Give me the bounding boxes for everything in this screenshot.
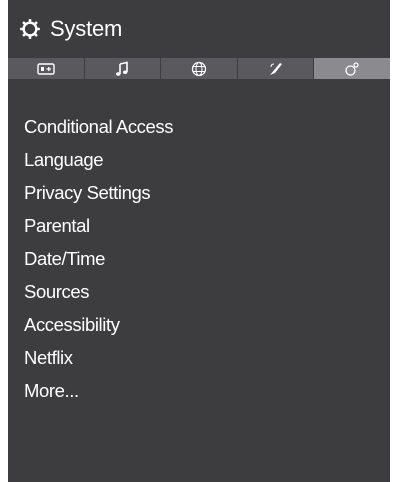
tab-sound[interactable] (85, 58, 162, 79)
menu-item-accessibility[interactable]: Accessibility (24, 308, 173, 341)
tab-system[interactable] (314, 58, 390, 79)
menu-item-netflix[interactable]: Netflix (24, 341, 173, 374)
network-globe-icon (191, 61, 207, 77)
tab-picture[interactable] (8, 58, 85, 79)
menu-item-sources[interactable]: Sources (24, 275, 173, 308)
page-title: System (50, 16, 123, 41)
music-note-icon (114, 61, 130, 77)
system-settings-icon (344, 61, 360, 77)
menu-item-conditional-access[interactable]: Conditional Access (24, 110, 174, 143)
menu-item-parental[interactable]: Parental (24, 209, 173, 242)
gear-icon (18, 17, 42, 41)
tab-channels[interactable] (238, 58, 315, 79)
system-menu-list: Conditional Access Language Privacy Sett… (24, 110, 174, 407)
picture-icon (37, 62, 55, 75)
system-menu-panel: System Conditional Access Language Priva… (8, 0, 390, 482)
menu-item-privacy-settings[interactable]: Privacy Settings (24, 176, 173, 209)
menu-item-more[interactable]: More... (24, 374, 173, 407)
tab-network[interactable] (161, 58, 238, 79)
menu-item-language[interactable]: Language (24, 143, 173, 176)
menu-item-date-time[interactable]: Date/Time (24, 242, 173, 275)
category-tab-bar (8, 58, 390, 79)
satellite-dish-icon (268, 61, 284, 77)
menu-header: System (8, 0, 390, 58)
